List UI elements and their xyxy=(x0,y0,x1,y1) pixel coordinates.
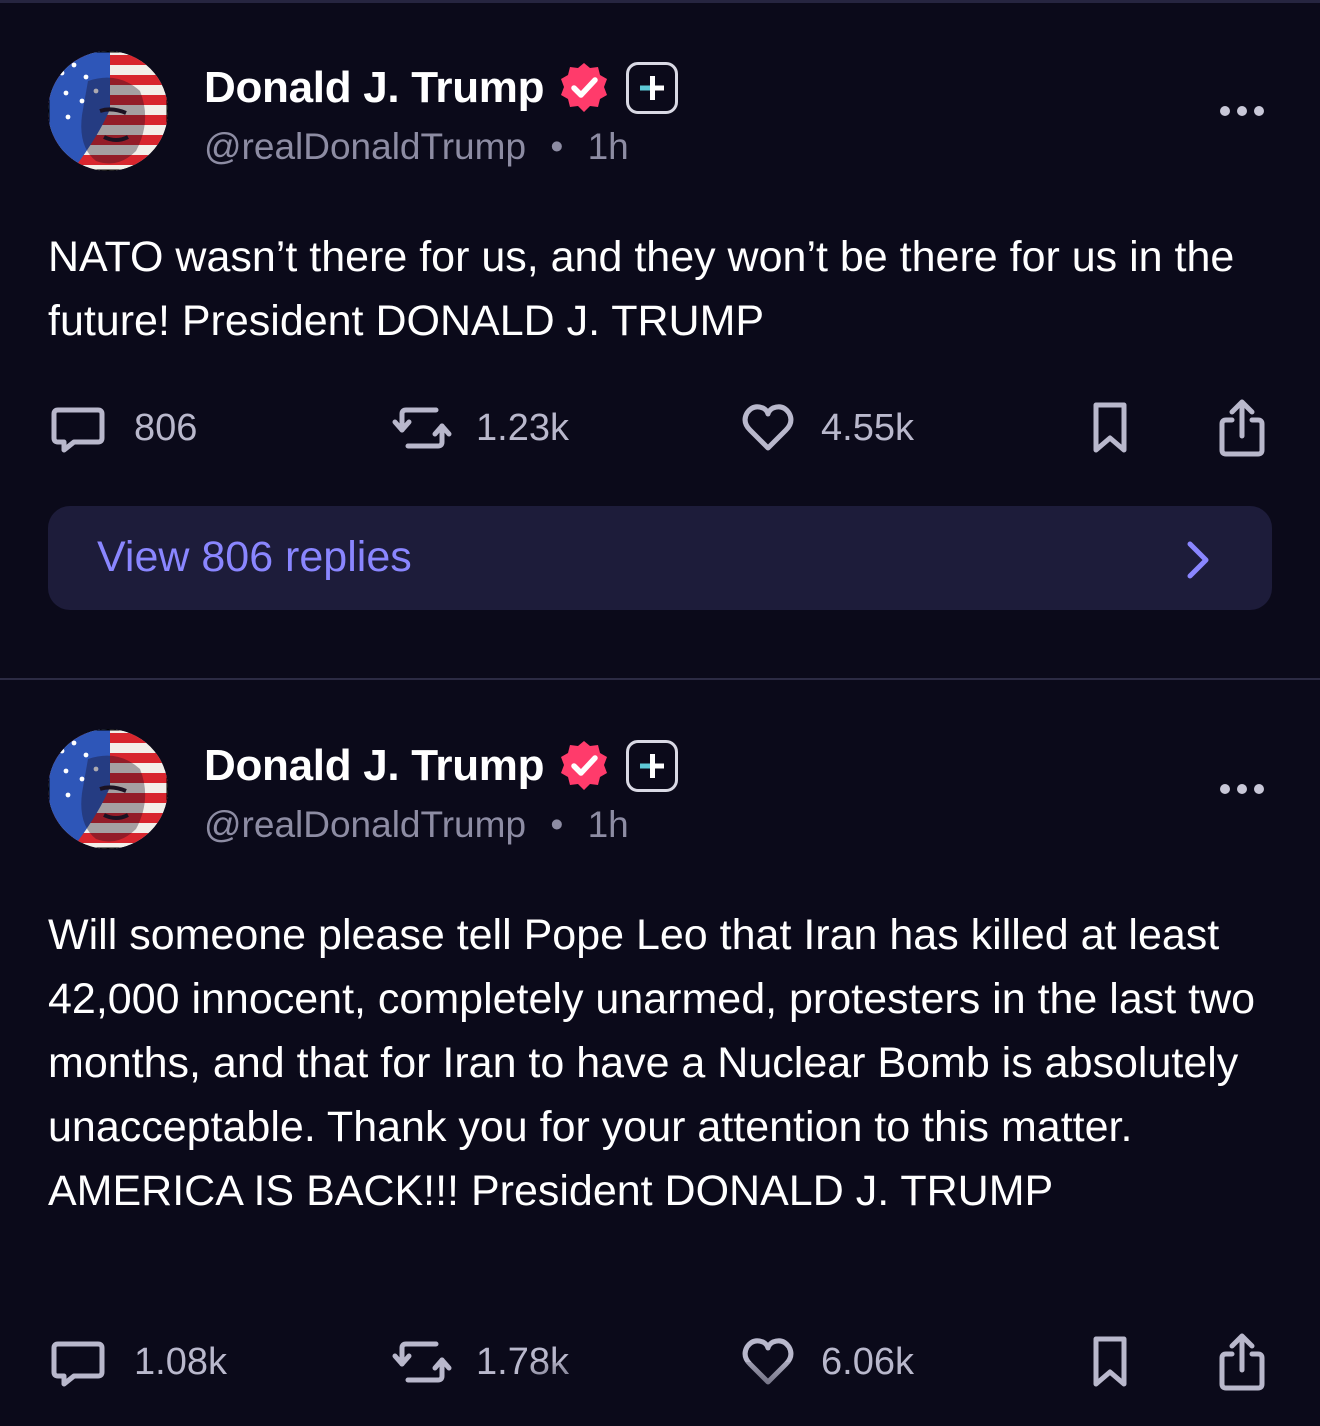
author-handle[interactable]: @realDonaldTrump xyxy=(204,126,526,167)
author-name-row: Donald J. Trump xyxy=(204,60,679,116)
post-body: NATO wasn’t there for us, and they won’t… xyxy=(48,233,1235,345)
share-button[interactable] xyxy=(1218,398,1266,458)
share-button[interactable] xyxy=(1218,1332,1266,1392)
post-time: 1h xyxy=(587,126,629,167)
author-avatar[interactable] xyxy=(48,729,168,849)
author-handle-row: @realDonaldTrump • 1h xyxy=(204,126,629,168)
reply-count: 1.08k xyxy=(134,1340,227,1383)
repost-count: 1.78k xyxy=(476,1340,569,1383)
post-time: 1h xyxy=(587,804,629,845)
more-options-icon[interactable] xyxy=(1218,782,1266,796)
post-card[interactable]: Donald J. Trump @realDonaldTrump • 1h Wi… xyxy=(0,680,1320,1426)
bookmark-icon xyxy=(1090,1334,1130,1390)
reply-icon xyxy=(50,1334,106,1390)
author-display-name[interactable]: Donald J. Trump xyxy=(204,741,545,791)
post-actions: 1.08k 1.78k 6.06k xyxy=(0,1332,1320,1392)
post-body: Will someone please tell Pope Leo that I… xyxy=(48,911,1256,1215)
more-options-icon[interactable] xyxy=(1218,104,1266,118)
author-handle-row: @realDonaldTrump • 1h xyxy=(204,804,629,846)
share-icon xyxy=(1218,1332,1266,1392)
view-replies-button[interactable]: View 806 replies xyxy=(48,506,1272,610)
like-button[interactable]: 6.06k xyxy=(740,1332,914,1392)
share-icon xyxy=(1218,398,1266,458)
author-handle[interactable]: @realDonaldTrump xyxy=(204,804,526,845)
author-name-row: Donald J. Trump xyxy=(204,738,679,794)
like-count: 6.06k xyxy=(821,1340,914,1383)
post-actions: 806 1.23k 4.55k xyxy=(0,398,1320,458)
repost-count: 1.23k xyxy=(476,406,569,449)
plus-badge-icon xyxy=(626,740,679,792)
separator-dot: • xyxy=(550,804,564,845)
verified-badge-icon xyxy=(556,738,612,794)
post-card[interactable]: Donald J. Trump @realDonaldTrump • 1h NA… xyxy=(0,0,1320,678)
like-count: 4.55k xyxy=(821,406,914,449)
separator-dot: • xyxy=(550,126,564,167)
chevron-right-icon xyxy=(1187,541,1209,579)
repost-button[interactable]: 1.78k xyxy=(392,1332,569,1392)
reply-icon xyxy=(50,400,106,456)
bookmark-button[interactable] xyxy=(1090,1332,1130,1392)
repost-icon xyxy=(392,400,452,456)
repost-button[interactable]: 1.23k xyxy=(392,398,569,458)
author-display-name[interactable]: Donald J. Trump xyxy=(204,63,545,113)
flag-portrait-avatar xyxy=(48,729,168,849)
bookmark-button[interactable] xyxy=(1090,398,1130,458)
bookmark-icon xyxy=(1090,400,1130,456)
author-avatar[interactable] xyxy=(48,51,168,171)
reply-count: 806 xyxy=(134,406,198,449)
flag-portrait-avatar xyxy=(48,51,168,171)
heart-icon xyxy=(740,400,796,456)
reply-button[interactable]: 1.08k xyxy=(50,1332,227,1392)
verified-badge-icon xyxy=(556,60,612,116)
reply-button[interactable]: 806 xyxy=(50,398,197,458)
view-replies-label: View 806 replies xyxy=(97,533,412,581)
heart-icon xyxy=(740,1334,796,1390)
plus-badge-icon xyxy=(626,62,679,114)
like-button[interactable]: 4.55k xyxy=(740,398,914,458)
repost-icon xyxy=(392,1334,452,1390)
